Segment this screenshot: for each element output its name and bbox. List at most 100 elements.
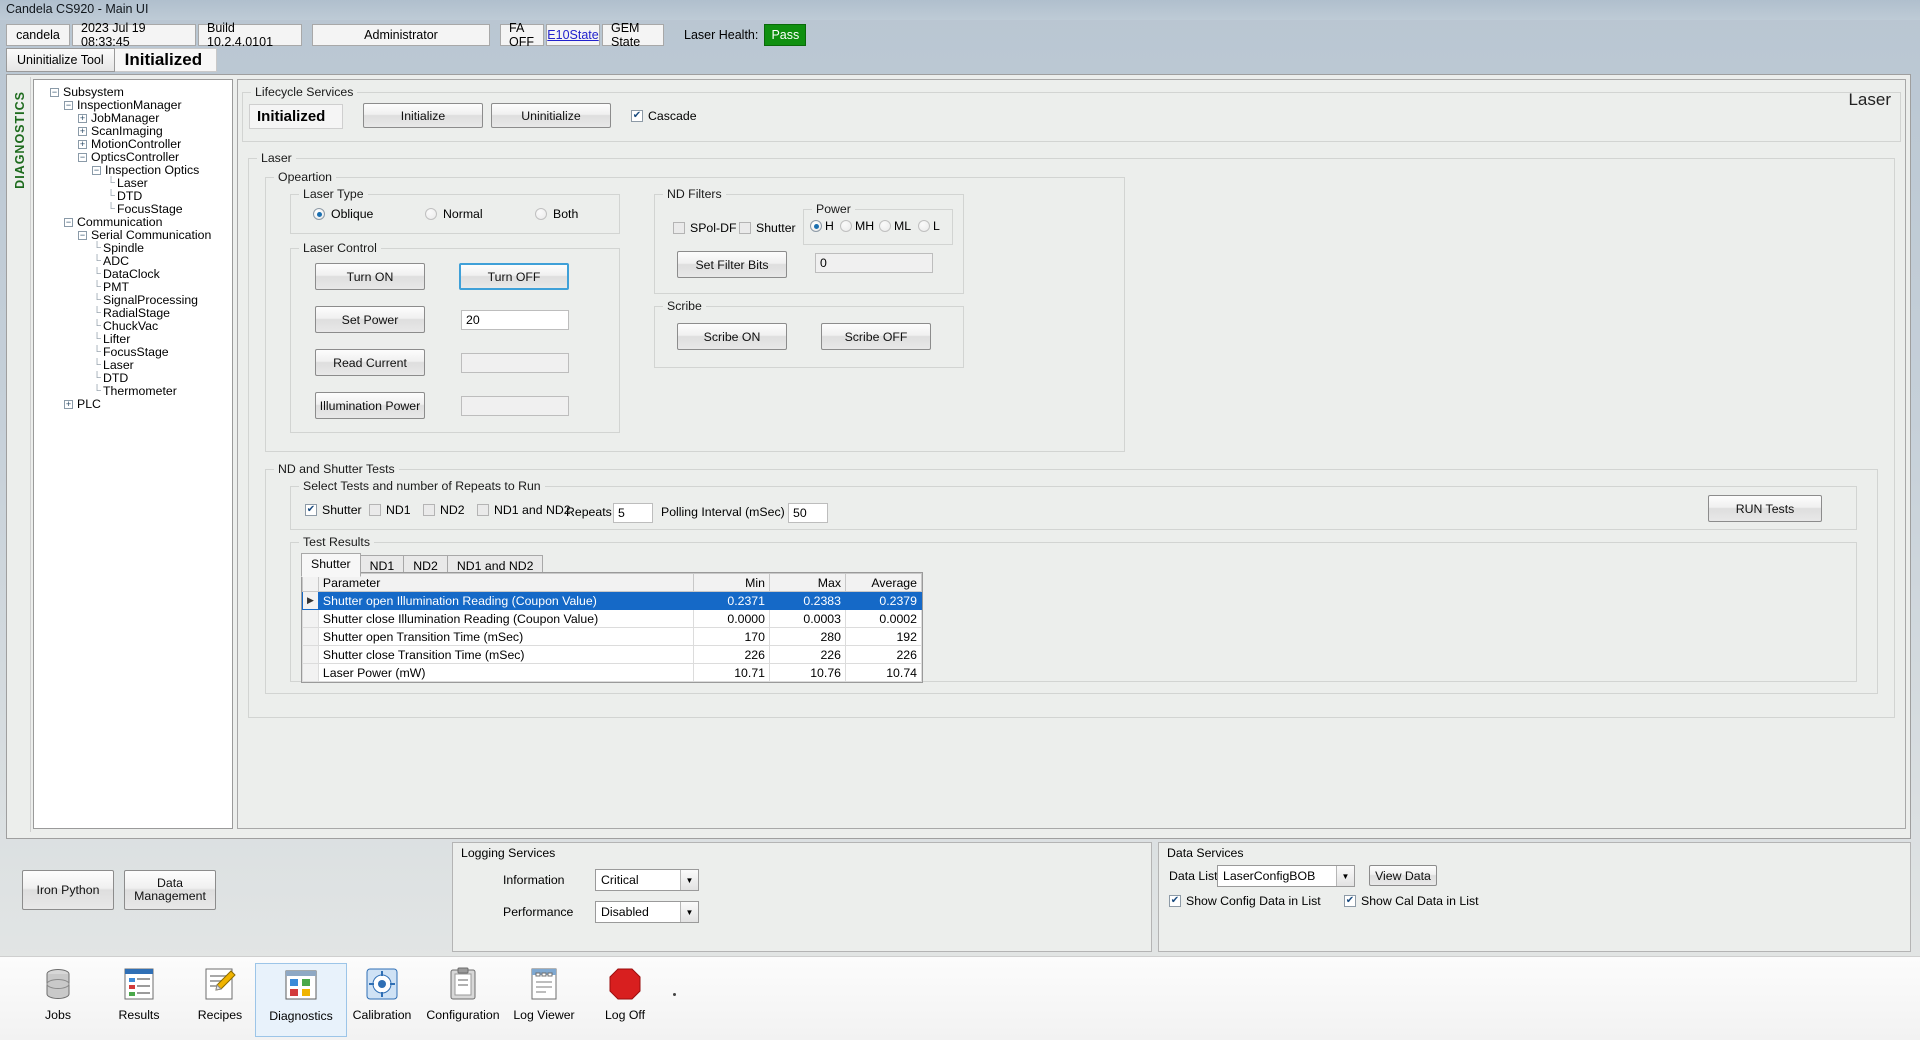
tree-node-label: Thermometer: [102, 385, 177, 398]
taskbar-item-jobs[interactable]: Jobs: [12, 963, 104, 1037]
radio-power-mh-icon: [840, 220, 852, 232]
view-data-button[interactable]: View Data: [1369, 865, 1437, 886]
expand-icon[interactable]: +: [64, 400, 73, 409]
tree-node-chuckvac[interactable]: └ChuckVac: [38, 320, 228, 333]
test-check-nd1[interactable]: ND1: [369, 503, 411, 517]
column-header-average: Average: [846, 574, 922, 592]
tree-branch-icon: └: [92, 307, 102, 320]
expand-icon[interactable]: +: [78, 127, 87, 136]
cascade-checkbox[interactable]: Cascade: [631, 109, 697, 123]
read-current-button[interactable]: Read Current: [315, 349, 425, 376]
logging-services-panel: Logging Services Information Critical ▼ …: [452, 842, 1152, 952]
iron-python-button[interactable]: Iron Python: [22, 870, 114, 910]
taskbar-item-calibration[interactable]: Calibration: [336, 963, 428, 1037]
laser-control-group: Laser Control Turn ON Turn OFF Set Power…: [290, 248, 620, 433]
illumination-power-button[interactable]: Illumination Power: [315, 392, 425, 419]
radio-power-h-icon: [810, 220, 822, 232]
set-filter-bits-button[interactable]: Set Filter Bits: [677, 251, 787, 278]
test-check-nd1-label: ND1: [386, 503, 411, 517]
data-management-button[interactable]: Data Management: [124, 870, 216, 910]
overflow-dot-icon[interactable]: [673, 993, 676, 996]
table-row[interactable]: Shutter open Transition Time (mSec)17028…: [303, 628, 922, 646]
cell-parameter: Shutter open Transition Time (mSec): [318, 628, 693, 646]
polling-interval-input[interactable]: 50: [788, 503, 828, 523]
scribe-on-button[interactable]: Scribe ON: [677, 323, 787, 350]
scribe-off-button[interactable]: Scribe OFF: [821, 323, 931, 350]
polling-interval-label: Polling Interval (mSec): [661, 505, 785, 519]
test-results-caption: Test Results: [299, 535, 374, 549]
results-tab-shutter[interactable]: Shutter: [301, 553, 361, 577]
collapse-icon[interactable]: −: [50, 88, 59, 97]
performance-level-select[interactable]: Disabled ▼: [595, 901, 699, 923]
tree-node-thermometer[interactable]: └Thermometer: [38, 385, 228, 398]
repeats-label: Repeats: [566, 505, 612, 519]
collapse-icon[interactable]: −: [78, 153, 87, 162]
spol-df-label: SPol-DF: [690, 221, 736, 235]
tree-node-dataclock[interactable]: └DataClock: [38, 268, 228, 281]
taskbar-item-recipes[interactable]: Recipes: [174, 963, 266, 1037]
table-row[interactable]: Shutter close Transition Time (mSec)2262…: [303, 646, 922, 664]
illumination-power-value: [461, 396, 569, 416]
data-list-select[interactable]: LaserConfigBOB ▼: [1217, 865, 1355, 887]
repeats-input[interactable]: 5: [613, 503, 653, 523]
show-config-data-label: Show Config Data in List: [1186, 894, 1321, 908]
collapse-icon[interactable]: −: [78, 231, 87, 240]
tree-branch-icon: └: [92, 281, 102, 294]
taskbar-item-log-off[interactable]: Log Off: [579, 963, 671, 1037]
collapse-icon[interactable]: −: [64, 101, 73, 110]
test-check-nd2[interactable]: ND2: [423, 503, 465, 517]
tree-node-laser[interactable]: └Laser: [38, 359, 228, 372]
nd-shutter-checkbox[interactable]: Shutter: [739, 221, 796, 235]
table-row[interactable]: ▶Shutter open Illumination Reading (Coup…: [303, 592, 922, 610]
collapse-icon[interactable]: −: [92, 166, 101, 175]
taskbar-item-diagnostics[interactable]: Diagnostics: [255, 963, 347, 1037]
show-cal-data-checkbox[interactable]: Show Cal Data in List: [1344, 894, 1479, 908]
show-config-data-checkbox[interactable]: Show Config Data in List: [1169, 894, 1321, 908]
turn-on-button[interactable]: Turn ON: [315, 263, 425, 290]
data-management-label-line2: Management: [134, 889, 206, 903]
initialize-button[interactable]: Initialize: [363, 103, 483, 128]
uninitialize-tool-button[interactable]: Uninitialize Tool: [6, 48, 115, 72]
cell-average: 0.2379: [846, 592, 922, 610]
subsystem-tree-panel[interactable]: −Subsystem−InspectionManager+JobManager+…: [33, 79, 233, 829]
test-check-shutter[interactable]: Shutter: [305, 503, 362, 517]
power-option-mh[interactable]: MH: [840, 219, 874, 233]
power-caption: Power: [812, 202, 855, 216]
tree-node-plc[interactable]: +PLC: [38, 398, 228, 411]
gem-state-button[interactable]: GEM State: [602, 24, 664, 46]
laser-type-option-oblique[interactable]: Oblique: [313, 207, 373, 221]
uninitialize-button[interactable]: Uninitialize: [491, 103, 611, 128]
tree-node-spindle[interactable]: └Spindle: [38, 242, 228, 255]
performance-level-value: Disabled: [601, 905, 649, 919]
laser-type-option-normal[interactable]: Normal: [425, 207, 483, 221]
laser-type-option-both[interactable]: Both: [535, 207, 578, 221]
data-services-caption: Data Services: [1167, 846, 1244, 860]
turn-off-button[interactable]: Turn OFF: [459, 263, 569, 290]
collapse-icon[interactable]: −: [64, 218, 73, 227]
test-check-nd1-and-nd2[interactable]: ND1 and ND2: [477, 503, 571, 517]
table-header-row: Parameter Min Max Average: [303, 574, 922, 592]
spol-df-checkbox[interactable]: SPol-DF: [673, 221, 736, 235]
laser-type-caption: Laser Type: [299, 187, 368, 201]
expand-icon[interactable]: +: [78, 140, 87, 149]
set-power-button[interactable]: Set Power: [315, 306, 425, 333]
table-row[interactable]: Laser Power (mW)10.7110.7610.74: [303, 664, 922, 682]
test-results-grid[interactable]: Parameter Min Max Average ▶Shutter open …: [301, 572, 923, 683]
subsystem-tree[interactable]: −Subsystem−InspectionManager+JobManager+…: [34, 80, 232, 417]
table-row[interactable]: Shutter close Illumination Reading (Coup…: [303, 610, 922, 628]
taskbar-item-configuration[interactable]: Configuration: [417, 963, 509, 1037]
taskbar-item-log-viewer[interactable]: Log Viewer: [498, 963, 590, 1037]
show-config-data-checkbox-box: [1169, 895, 1181, 907]
status-build: Build 10.2.4.0101: [198, 24, 302, 46]
taskbar-item-results[interactable]: Results: [93, 963, 185, 1037]
diagnostics-vertical-tab[interactable]: DIAGNOSTICS: [9, 77, 31, 832]
e10state-link[interactable]: E10State: [546, 24, 600, 46]
run-tests-button[interactable]: RUN Tests: [1708, 495, 1822, 522]
expand-icon[interactable]: +: [78, 114, 87, 123]
power-option-h[interactable]: H: [810, 219, 834, 233]
power-option-ml[interactable]: ML: [879, 219, 911, 233]
set-power-input[interactable]: 20: [461, 310, 569, 330]
power-option-l[interactable]: L: [918, 219, 940, 233]
tree-branch-icon: └: [92, 333, 102, 346]
information-level-select[interactable]: Critical ▼: [595, 869, 699, 891]
